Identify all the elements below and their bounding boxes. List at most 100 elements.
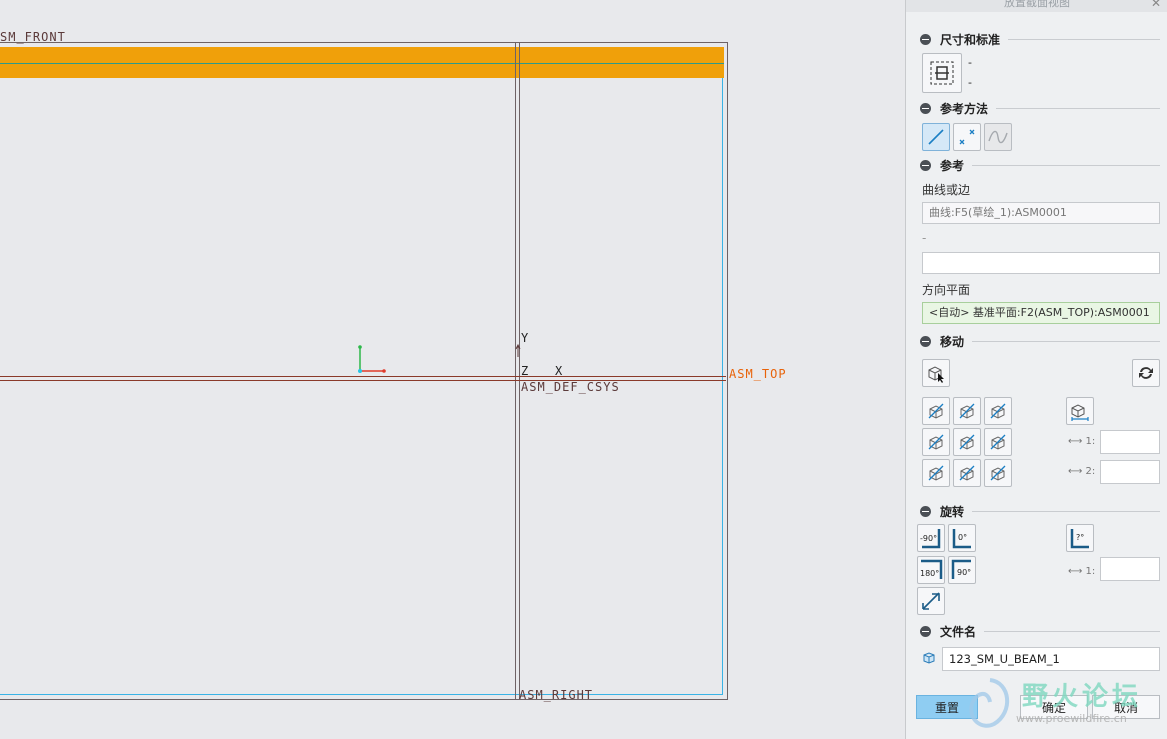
move-cube-icon xyxy=(990,434,1006,450)
rotate-reference-button[interactable] xyxy=(917,587,945,615)
move-top-right-button[interactable] xyxy=(984,397,1012,425)
diagonal-arrows-icon xyxy=(922,592,940,610)
move-cube-icon xyxy=(959,465,975,481)
move-cube-icon xyxy=(990,403,1006,419)
section-move-header[interactable]: 移动 xyxy=(920,333,1160,349)
dash-label: - xyxy=(922,231,927,245)
move-distance-1-input[interactable] xyxy=(1100,430,1160,454)
panel-title: 放置截面视图 xyxy=(906,0,1167,12)
move-bottom-right-button[interactable] xyxy=(984,459,1012,487)
datum-right-label[interactable]: ASM_RIGHT xyxy=(519,688,593,702)
direction-plane-label: 方向平面 xyxy=(922,283,971,297)
svg-text:180°: 180° xyxy=(920,569,939,578)
section-method-label: 参考方法 xyxy=(940,101,989,116)
collapse-icon[interactable] xyxy=(920,505,931,517)
move-cube-icon xyxy=(959,403,975,419)
rotate-0-button[interactable]: 0° xyxy=(948,524,976,552)
curve-field[interactable]: 曲线:F5(草绘_1):ASM0001 xyxy=(922,202,1160,224)
move-cube-icon xyxy=(990,465,1006,481)
points-icon xyxy=(959,129,975,145)
move-distance-2-input[interactable] xyxy=(1100,460,1160,484)
move-left-button[interactable] xyxy=(922,428,950,456)
section-rotate-header[interactable]: 旋转 xyxy=(920,503,1160,519)
datum-top-label[interactable]: ASM_TOP xyxy=(729,367,787,381)
collapse-icon[interactable] xyxy=(920,625,931,637)
svg-text:?°: ?° xyxy=(1076,533,1084,542)
axis-z-label: Z xyxy=(521,364,530,378)
move-drag-button[interactable] xyxy=(922,359,950,387)
rotate-180-icon: 180° xyxy=(920,559,943,579)
svg-text:90°: 90° xyxy=(957,568,971,577)
collapse-icon[interactable] xyxy=(920,102,931,114)
datum-front-label[interactable]: SM_FRONT xyxy=(0,30,66,44)
part-file-icon xyxy=(923,652,935,664)
line-icon xyxy=(928,129,944,145)
filename-input[interactable]: 123_SM_U_BEAM_1 xyxy=(942,647,1160,671)
view-size-button[interactable] xyxy=(922,53,962,93)
dim2-label: ⟷ 2: xyxy=(1068,466,1096,477)
close-icon[interactable]: ✕ xyxy=(1151,0,1161,10)
section-reference-header[interactable]: 参考 xyxy=(920,157,1160,173)
move-bottom-button[interactable] xyxy=(953,459,981,487)
rotate-180-button[interactable]: 180° xyxy=(917,556,945,584)
method-curve-button[interactable] xyxy=(984,123,1012,151)
move-top-left-button[interactable] xyxy=(922,397,950,425)
move-right-button[interactable] xyxy=(984,428,1012,456)
dim3-label: ⟷ 1: xyxy=(1068,566,1096,577)
csys-marker-icon xyxy=(515,344,521,357)
move-custom-button[interactable] xyxy=(1066,397,1094,425)
collapse-icon[interactable] xyxy=(920,159,931,171)
section-filename-label: 文件名 xyxy=(940,624,977,639)
curve-icon xyxy=(988,130,1008,144)
datum-right-line-2 xyxy=(519,42,520,700)
svg-text:-90°: -90° xyxy=(920,534,937,543)
drag-cube-icon xyxy=(928,366,944,383)
section-rotate-label: 旋转 xyxy=(940,504,965,519)
size-value-2: - xyxy=(968,76,972,89)
section-method-header[interactable]: 参考方法 xyxy=(920,100,1160,116)
rotate-90-button[interactable]: 90° xyxy=(948,556,976,584)
flip-icon xyxy=(1139,367,1153,379)
move-top-button[interactable] xyxy=(953,397,981,425)
size-value-1: - xyxy=(968,56,972,69)
move-cube-icon xyxy=(928,434,944,450)
move-cube-icon xyxy=(959,434,975,450)
section-filename-header[interactable]: 文件名 xyxy=(920,623,1160,639)
view-triad-icon xyxy=(358,345,386,373)
rotate-custom-button[interactable]: ?° xyxy=(1066,524,1094,552)
view-scale-icon xyxy=(930,61,954,85)
section-move-label: 移动 xyxy=(940,334,965,349)
collapse-icon[interactable] xyxy=(920,335,931,347)
graphics-viewport[interactable]: SM_FRONT ASM_TOP ASM_DEF_CSYS ASM_RIGHT … xyxy=(0,0,905,739)
dim1-label: ⟷ 1: xyxy=(1068,436,1096,447)
rotate-90-icon: 90° xyxy=(951,559,971,579)
collapse-icon[interactable] xyxy=(920,33,931,45)
svg-text:0°: 0° xyxy=(958,533,967,542)
axis-y-label: Y xyxy=(521,331,530,345)
flip-button[interactable] xyxy=(1132,359,1160,387)
reset-button[interactable]: 重置 xyxy=(916,695,978,719)
method-points-button[interactable] xyxy=(953,123,981,151)
rotate-0-icon: 0° xyxy=(952,529,971,549)
move-center-button[interactable] xyxy=(953,428,981,456)
cancel-button[interactable]: 取消 xyxy=(1092,695,1160,719)
move-cube-icon xyxy=(928,403,944,419)
beam-guide-line xyxy=(0,63,724,64)
rotate-angle-input[interactable] xyxy=(1100,557,1160,581)
rotate-neg90-icon: -90° xyxy=(920,529,941,549)
method-line-button[interactable] xyxy=(922,123,950,151)
csys-label[interactable]: ASM_DEF_CSYS xyxy=(521,380,620,394)
section-reference-label: 参考 xyxy=(940,158,965,173)
rotate-custom-icon: ?° xyxy=(1070,529,1089,549)
direction-plane-field[interactable]: <自动> 基准平面:F2(ASM_TOP):ASM0001 xyxy=(922,302,1160,324)
move-cube-icon xyxy=(928,465,944,481)
secondary-reference-field[interactable] xyxy=(922,252,1160,274)
section-view-panel: 放置截面视图 ✕ 尺寸和标准 - - 参考方法 参考 曲线或边 曲线:F5(草绘… xyxy=(905,0,1167,739)
curve-field-label: 曲线或边 xyxy=(922,183,971,197)
ok-button[interactable]: 确定 xyxy=(1020,695,1088,719)
section-size-header[interactable]: 尺寸和标准 xyxy=(920,31,1160,47)
move-cube-dim-icon xyxy=(1071,404,1089,421)
section-size-label: 尺寸和标准 xyxy=(940,32,1001,47)
rotate-neg90-button[interactable]: -90° xyxy=(917,524,945,552)
move-bottom-left-button[interactable] xyxy=(922,459,950,487)
